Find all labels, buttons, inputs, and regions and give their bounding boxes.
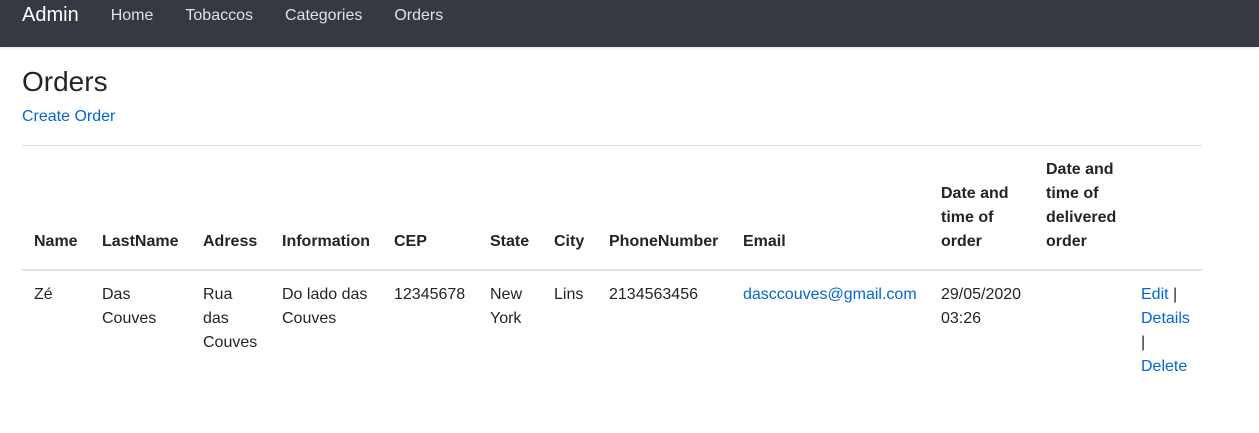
orders-table: Name LastName Adress Information CEP Sta… xyxy=(22,145,1202,391)
action-separator: | xyxy=(1173,286,1178,303)
cell-phone: 2134563456 xyxy=(609,286,698,303)
cell-date-order: 29/05/2020 03:26 xyxy=(941,286,1022,327)
table-row: Zé Das Couves Rua das Couves Do lado das… xyxy=(22,270,1202,391)
nav-categories[interactable]: Categories xyxy=(269,7,378,25)
table-header-row: Name LastName Adress Information CEP Sta… xyxy=(22,145,1202,271)
main-content: Orders Create Order Name LastName Adress… xyxy=(0,66,1202,391)
page-title: Orders xyxy=(22,66,108,97)
header-actions xyxy=(1129,145,1202,271)
edit-link[interactable]: Edit xyxy=(1141,286,1169,303)
header-cep: CEP xyxy=(382,145,478,271)
cell-information: Do lado das Couves xyxy=(282,286,368,327)
cell-lastname: Das Couves xyxy=(102,286,157,327)
header-email: Email xyxy=(731,145,929,271)
cell-actions: Edit | Details | Delete xyxy=(1129,270,1202,391)
header-adress: Adress xyxy=(191,145,270,271)
brand-link[interactable]: Admin xyxy=(22,4,79,27)
top-navbar: Admin Home Tobaccos Categories Orders xyxy=(0,0,1259,47)
cell-email: dasccouves@gmail.com xyxy=(731,270,929,391)
header-date-order: Date and time of order xyxy=(929,145,1034,271)
details-link[interactable]: Details xyxy=(1141,310,1190,327)
create-order-link[interactable]: Create Order xyxy=(22,108,115,126)
header-date-delivered: Date and time of delivered order xyxy=(1034,145,1129,271)
header-city: City xyxy=(542,145,597,271)
header-lastname: LastName xyxy=(90,145,191,271)
nav-tobaccos[interactable]: Tobaccos xyxy=(169,7,269,25)
header-phonenumber: PhoneNumber xyxy=(597,145,731,271)
cell-city: Lins xyxy=(554,286,584,303)
nav-orders[interactable]: Orders xyxy=(378,7,459,25)
cell-adress: Rua das Couves xyxy=(203,286,258,351)
nav-home[interactable]: Home xyxy=(95,7,170,25)
header-state: State xyxy=(478,145,542,271)
cell-state: New York xyxy=(490,286,523,327)
email-link[interactable]: dasccouves@gmail.com xyxy=(743,286,917,303)
delete-link[interactable]: Delete xyxy=(1141,358,1187,375)
cell-date-delivered xyxy=(1034,270,1129,391)
cell-cep: 12345678 xyxy=(394,286,466,303)
header-name: Name xyxy=(22,145,90,271)
header-information: Information xyxy=(270,145,382,271)
action-separator: | xyxy=(1141,334,1146,351)
cell-name: Zé xyxy=(34,286,53,303)
